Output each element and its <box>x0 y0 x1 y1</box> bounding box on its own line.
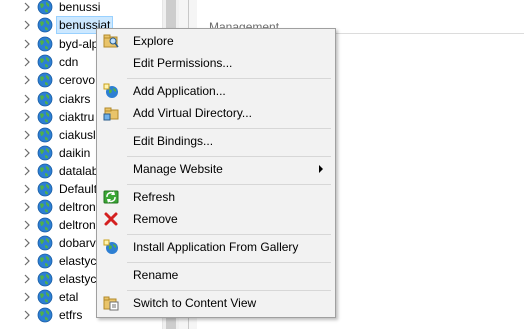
tree-node-label: deltron <box>59 200 96 214</box>
chevron-right-icon[interactable] <box>24 20 31 30</box>
tree-node-label: etal <box>59 290 79 304</box>
tree-node-label: cdn <box>59 55 79 69</box>
menu-item-rename[interactable]: Rename <box>99 264 333 286</box>
globe-icon <box>37 72 53 88</box>
menu-separator <box>127 290 331 291</box>
tree-node-label: etfrs <box>59 308 83 322</box>
tree-node-label: ciakusl <box>59 128 96 142</box>
globe-icon <box>37 109 53 125</box>
chevron-right-icon[interactable] <box>24 112 31 122</box>
globe-icon <box>37 127 53 143</box>
tree-node-label: daikin <box>59 146 91 160</box>
tree-node-label: elastyc <box>59 254 97 268</box>
menu-item-add-virtual-directory[interactable]: Add Virtual Directory... <box>99 102 333 124</box>
menu-item-label: Edit Permissions... <box>133 56 233 70</box>
menu-separator <box>127 234 331 235</box>
menu-item-label: Rename <box>133 268 179 282</box>
menu-item-label: Manage Website <box>133 162 223 176</box>
chevron-right-icon[interactable] <box>24 75 31 85</box>
add-virtual-directory-icon <box>103 107 119 121</box>
globe-icon <box>37 289 53 305</box>
menu-item-label: Add Virtual Directory... <box>133 106 252 120</box>
menu-item-manage-website[interactable]: Manage Website <box>99 158 333 180</box>
globe-icon <box>37 217 53 233</box>
tree-node[interactable]: benussi <box>0 0 162 16</box>
add-application-icon <box>103 83 118 98</box>
refresh-icon <box>103 190 119 204</box>
context-menu: Explore Edit Permissions... Add Applicat… <box>96 28 336 318</box>
chevron-right-icon[interactable] <box>24 310 31 320</box>
chevron-right-icon[interactable] <box>24 166 31 176</box>
menu-item-switch-content-view[interactable]: Switch to Content View <box>99 292 333 314</box>
chevron-right-icon[interactable] <box>24 57 31 67</box>
menu-item-explore[interactable]: Explore <box>99 30 333 52</box>
chevron-right-icon[interactable] <box>24 238 31 248</box>
menu-item-remove[interactable]: Remove <box>99 208 333 230</box>
tree-node-label: cerovo <box>59 73 96 87</box>
chevron-right-icon[interactable] <box>24 274 31 284</box>
globe-icon <box>37 181 53 197</box>
chevron-right-icon[interactable] <box>24 94 31 104</box>
remove-icon <box>104 212 118 226</box>
globe-icon <box>37 271 53 287</box>
tree-node-label: elastyc <box>59 272 97 286</box>
tree-node-label: byd-alp <box>59 37 99 51</box>
menu-item-refresh[interactable]: Refresh <box>99 186 333 208</box>
content-view-icon <box>103 296 119 311</box>
menu-separator <box>127 128 331 129</box>
tree-node-label: ciakrs <box>59 92 91 106</box>
menu-separator <box>127 262 331 263</box>
menu-item-edit-bindings[interactable]: Edit Bindings... <box>99 130 333 152</box>
globe-icon <box>37 163 53 179</box>
menu-item-label: Edit Bindings... <box>133 134 214 148</box>
gallery-icon <box>103 239 118 254</box>
menu-separator <box>127 78 331 79</box>
chevron-right-icon[interactable] <box>24 2 31 12</box>
chevron-right-icon[interactable] <box>24 184 31 194</box>
globe-icon <box>37 17 53 33</box>
explore-icon <box>103 34 119 48</box>
menu-item-label: Refresh <box>133 190 176 204</box>
menu-separator <box>127 156 331 157</box>
menu-item-add-application[interactable]: Add Application... <box>99 80 333 102</box>
tree-node-label: deltron <box>59 218 96 232</box>
menu-item-label: Add Application... <box>133 84 226 98</box>
chevron-right-icon[interactable] <box>24 148 31 158</box>
chevron-right-icon[interactable] <box>24 130 31 140</box>
chevron-right-icon[interactable] <box>24 292 31 302</box>
tree-node-label: ciaktru <box>59 110 95 124</box>
globe-icon <box>37 54 53 70</box>
menu-item-install-from-gallery[interactable]: Install Application From Gallery <box>99 236 333 258</box>
tree-node-label: datalab <box>59 164 99 178</box>
menu-item-edit-permissions[interactable]: Edit Permissions... <box>99 52 333 74</box>
globe-icon <box>37 91 53 107</box>
chevron-right-icon[interactable] <box>24 220 31 230</box>
globe-icon <box>37 199 53 215</box>
tree-node-label: benussi <box>59 0 101 14</box>
globe-icon <box>37 36 53 52</box>
globe-icon <box>37 307 53 323</box>
chevron-right-icon[interactable] <box>24 202 31 212</box>
globe-icon <box>37 253 53 269</box>
menu-item-label: Switch to Content View <box>133 296 257 310</box>
menu-item-label: Install Application From Gallery <box>133 240 299 254</box>
chevron-right-icon[interactable] <box>24 256 31 266</box>
tree-node-label: Default <box>59 182 98 196</box>
globe-icon <box>37 145 53 161</box>
menu-item-label: Remove <box>133 212 178 226</box>
globe-icon <box>37 235 53 251</box>
submenu-arrow-icon <box>319 165 323 173</box>
menu-item-label: Explore <box>133 34 174 48</box>
globe-icon <box>37 0 53 15</box>
tree-node-label: dobarv <box>59 236 96 250</box>
menu-separator <box>127 184 331 185</box>
chevron-right-icon[interactable] <box>24 39 31 49</box>
